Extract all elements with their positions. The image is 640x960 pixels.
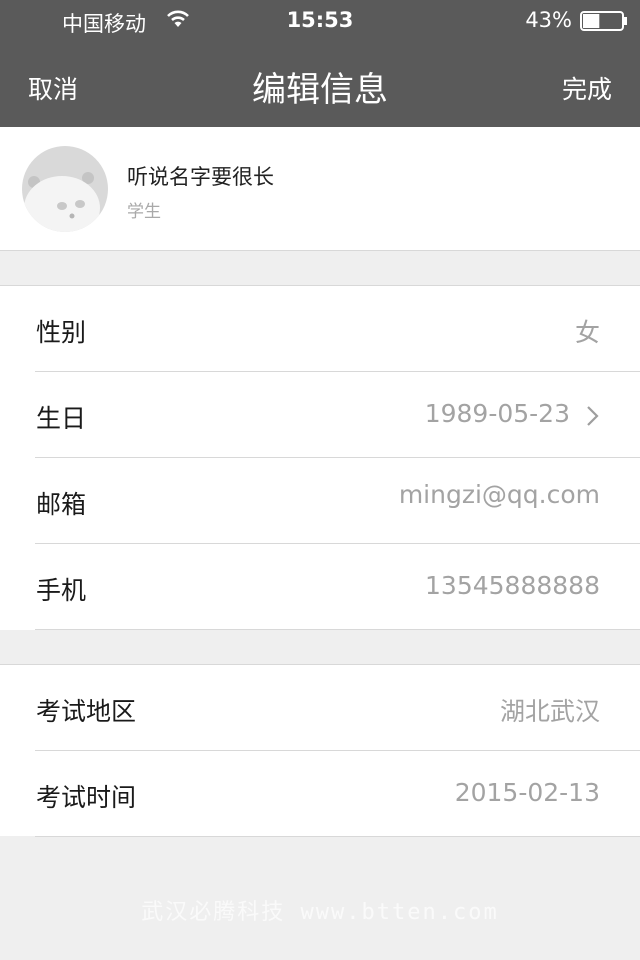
profile-name: 听说名字要很长 xyxy=(127,165,274,189)
phone-label: 手机 xyxy=(36,576,87,605)
exam-region-value: 湖北武汉 xyxy=(499,697,600,726)
gender-value: 女 xyxy=(574,318,600,347)
page-title: 编辑信息 xyxy=(252,70,388,110)
edit-info-screen: 中国移动 15:53 43% 取消 编辑信息 完成 听说名字要很长 学生 性别 … xyxy=(0,0,640,960)
birthday-value: 1989-05-23 xyxy=(424,399,570,428)
exam-region-label: 考试地区 xyxy=(36,697,137,726)
profile-role: 学生 xyxy=(127,202,161,222)
battery-icon xyxy=(580,11,627,31)
status-bar: 中国移动 15:53 43% xyxy=(0,0,640,40)
done-button[interactable]: 完成 xyxy=(562,70,612,106)
exam-time-row[interactable]: 考试时间 2015-02-13 xyxy=(0,751,640,837)
battery-fill xyxy=(583,14,600,28)
personal-info-group: 性别 女 生日 1989-05-23 邮箱 mingzi@qq.com 手机 1… xyxy=(0,285,640,630)
battery-percent: 43% xyxy=(525,8,572,32)
birthday-label: 生日 xyxy=(36,404,87,433)
gender-label: 性别 xyxy=(36,318,87,347)
exam-region-row[interactable]: 考试地区 湖北武汉 xyxy=(0,665,640,751)
chevron-right-icon xyxy=(587,406,599,426)
birthday-row[interactable]: 生日 1989-05-23 xyxy=(0,372,640,458)
profile-card[interactable]: 听说名字要很长 学生 xyxy=(0,127,640,251)
phone-value: 13545888888 xyxy=(425,571,600,600)
exam-time-label: 考试时间 xyxy=(36,783,137,812)
panda-avatar[interactable] xyxy=(22,146,108,232)
email-row[interactable]: 邮箱 mingzi@qq.com xyxy=(0,458,640,544)
gender-row[interactable]: 性别 女 xyxy=(0,286,640,372)
exam-time-value: 2015-02-13 xyxy=(454,778,600,807)
exam-info-group: 考试地区 湖北武汉 考试时间 2015-02-13 xyxy=(0,664,640,837)
nav-bar: 取消 编辑信息 完成 xyxy=(0,40,640,127)
header: 中国移动 15:53 43% 取消 编辑信息 完成 xyxy=(0,0,640,127)
divider xyxy=(35,629,640,630)
email-value: mingzi@qq.com xyxy=(398,480,600,509)
divider xyxy=(35,836,640,837)
phone-row[interactable]: 手机 13545888888 xyxy=(0,544,640,630)
watermark: 武汉必腾科技 www.btten.com xyxy=(141,900,499,925)
email-label: 邮箱 xyxy=(36,490,87,519)
